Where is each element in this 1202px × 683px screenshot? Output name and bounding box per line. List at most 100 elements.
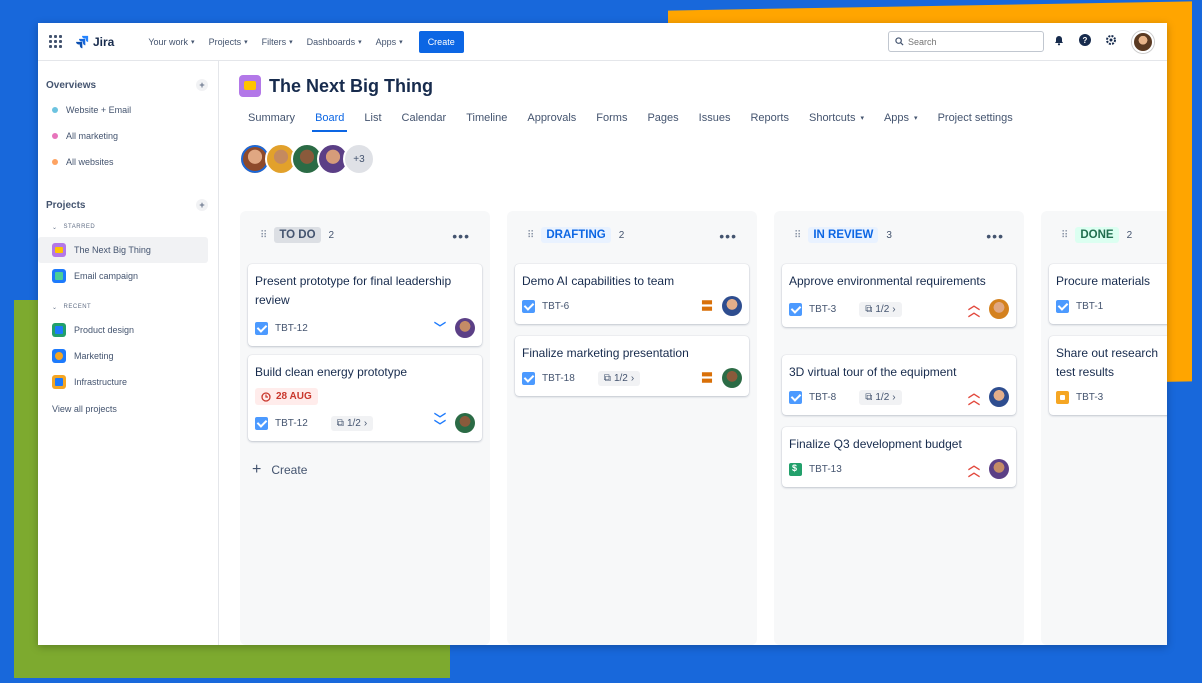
subtask-count: 1/2 — [875, 303, 890, 315]
tab-issues[interactable]: Issues — [690, 106, 742, 130]
assignee-avatar[interactable] — [989, 459, 1009, 479]
tab-label: Apps — [883, 112, 910, 124]
recent-header[interactable]: ⌄ RECENT — [38, 297, 218, 317]
priority-high-icon: ︿ ︿ — [967, 386, 980, 407]
nav-projects[interactable]: Projects ▾ — [209, 37, 248, 47]
tab-shortcuts[interactable]: Shortcuts ▾ — [800, 106, 875, 130]
priority-high-icon: ︿ ︿ — [967, 458, 980, 479]
help-icon[interactable]: ? — [1078, 33, 1092, 47]
drag-handle-icon[interactable]: ⠿ — [260, 230, 267, 241]
add-overview-icon[interactable]: + — [196, 79, 208, 91]
nav-filters[interactable]: Filters ▾ — [262, 37, 293, 47]
sidebar-item-label: Website + Email — [66, 105, 132, 115]
subtask-counter[interactable]: ⧉ 1/2 › — [859, 301, 902, 317]
view-all-projects-link[interactable]: View all projects — [38, 399, 218, 419]
tab-board[interactable]: Board — [306, 106, 355, 132]
sidebar-item-next-big-thing[interactable]: The Next Big Thing — [38, 237, 208, 263]
chevron-down-icon: ▾ — [191, 38, 195, 46]
assignee-avatar[interactable] — [455, 413, 475, 433]
create-issue-button[interactable]: + Create — [252, 461, 307, 479]
subtask-counter[interactable]: ⧉ 1/2 › — [859, 389, 902, 405]
tab-list[interactable]: List — [355, 106, 392, 130]
column-status: IN REVIEW — [808, 227, 879, 243]
sidebar-item-all-marketing[interactable]: All marketing — [38, 123, 218, 149]
issue-key: TBT-1 — [1076, 300, 1104, 312]
task-type-icon — [255, 321, 268, 335]
more-avatars-button[interactable]: +3 — [343, 143, 375, 175]
card-right-meta: ﹀ — [434, 318, 475, 338]
search-box[interactable] — [888, 31, 1044, 52]
assignee-avatar[interactable] — [455, 318, 475, 338]
tab-forms[interactable]: Forms — [587, 106, 638, 130]
tab-summary[interactable]: Summary — [239, 106, 306, 130]
assignee-avatar[interactable] — [989, 387, 1009, 407]
task-type-icon — [522, 299, 535, 313]
issue-card[interactable]: Present prototype for final leadership r… — [248, 264, 482, 346]
priority-medium-icon: 〓 — [700, 371, 713, 385]
assignee-avatar[interactable] — [722, 296, 742, 316]
column-status: TO DO — [274, 227, 321, 243]
sidebar-item-product-design[interactable]: Product design — [38, 317, 218, 343]
issue-card[interactable]: Build clean energy prototype 28 AUG TBT-… — [248, 355, 482, 441]
more-actions-icon[interactable]: ••• — [719, 228, 737, 244]
search-input[interactable] — [908, 36, 1028, 47]
nav-your-work[interactable]: Your work ▾ — [148, 37, 194, 47]
issue-card[interactable]: Demo AI capabilities to team TBT-6 〓 — [515, 264, 749, 324]
profile-avatar[interactable] — [1132, 31, 1154, 53]
drag-handle-icon[interactable]: ⠿ — [1061, 230, 1068, 241]
issue-card[interactable]: Share out research test results TBT-3 — [1049, 336, 1167, 415]
tab-timeline[interactable]: Timeline — [457, 106, 518, 130]
nav-dashboards-label: Dashboards — [306, 36, 356, 47]
subtask-counter[interactable]: ⧉ 1/2 › — [330, 415, 374, 431]
sidebar-item-marketing[interactable]: Marketing — [38, 343, 218, 369]
nav-apps[interactable]: Apps ▾ — [376, 37, 403, 47]
sidebar-item-label: Product design — [74, 325, 135, 335]
team-avatars: +3 — [239, 143, 375, 175]
chevron-down-icon: ▾ — [289, 38, 293, 46]
notifications-icon[interactable] — [1052, 33, 1066, 47]
settings-gear-icon[interactable] — [1104, 33, 1118, 47]
tab-apps[interactable]: Apps ▾ — [875, 106, 929, 130]
sidebar-item-all-websites[interactable]: All websites — [38, 149, 218, 175]
priority-low-icon: ﹀ — [433, 321, 446, 335]
assignee-avatar[interactable] — [722, 368, 742, 388]
card-right-meta: ︿ ︿ — [968, 387, 1009, 407]
issue-key: TBT-12 — [275, 417, 308, 429]
app-switcher-icon[interactable] — [49, 34, 63, 49]
tab-label: Calendar — [401, 112, 447, 124]
tab-approvals[interactable]: Approvals — [518, 106, 587, 130]
issue-card[interactable]: Approve environmental requirements TBT-3… — [782, 264, 1016, 327]
nav-dashboards[interactable]: Dashboards ▾ — [307, 37, 362, 47]
drag-handle-icon[interactable]: ⠿ — [527, 230, 534, 241]
issue-card[interactable]: Procure materials TBT-1 — [1049, 264, 1167, 324]
more-actions-icon[interactable]: ••• — [452, 228, 470, 244]
page-title: The Next Big Thing — [269, 75, 433, 96]
more-actions-icon[interactable]: ••• — [986, 228, 1004, 244]
issue-card[interactable]: 3D virtual tour of the equipment TBT-8 ⧉… — [782, 355, 1016, 415]
clock-icon — [261, 391, 271, 402]
sidebar-item-infrastructure[interactable]: Infrastructure — [38, 369, 218, 395]
board-column-in-review: ⠿ IN REVIEW 3 ••• Approve environmental … — [774, 211, 1024, 645]
nav-menu: Your work ▾ Projects ▾ Filters ▾ Dashboards… — [148, 37, 402, 47]
subtask-icon: ⧉ — [603, 372, 611, 384]
drag-handle-icon[interactable]: ⠿ — [794, 230, 801, 241]
sidebar-item-website-email[interactable]: Website + Email — [38, 97, 218, 123]
tab-project-settings[interactable]: Project settings — [929, 106, 1024, 130]
subtask-counter[interactable]: ⧉ 1/2 › — [597, 370, 641, 386]
sidebar-item-email-campaign[interactable]: Email campaign — [38, 263, 218, 289]
tab-reports[interactable]: Reports — [741, 106, 800, 130]
starred-header[interactable]: ⌄ STARRED — [38, 217, 218, 237]
task-type-icon — [789, 390, 802, 404]
assignee-avatar[interactable] — [989, 299, 1009, 319]
chevron-right-icon: › — [363, 417, 368, 429]
jira-logo[interactable]: Jira — [75, 35, 114, 49]
create-button[interactable]: Create — [418, 30, 464, 53]
issue-card[interactable]: Finalize Q3 development budget $ TBT-13 … — [782, 427, 1016, 487]
add-project-icon[interactable]: + — [196, 199, 208, 211]
project-icon — [52, 349, 66, 363]
tab-calendar[interactable]: Calendar — [393, 106, 458, 130]
tab-label: Forms — [596, 112, 628, 124]
issue-card[interactable]: Finalize marketing presentation TBT-18 ⧉… — [515, 336, 749, 396]
tab-pages[interactable]: Pages — [638, 106, 689, 130]
chevron-right-icon: › — [630, 372, 635, 384]
